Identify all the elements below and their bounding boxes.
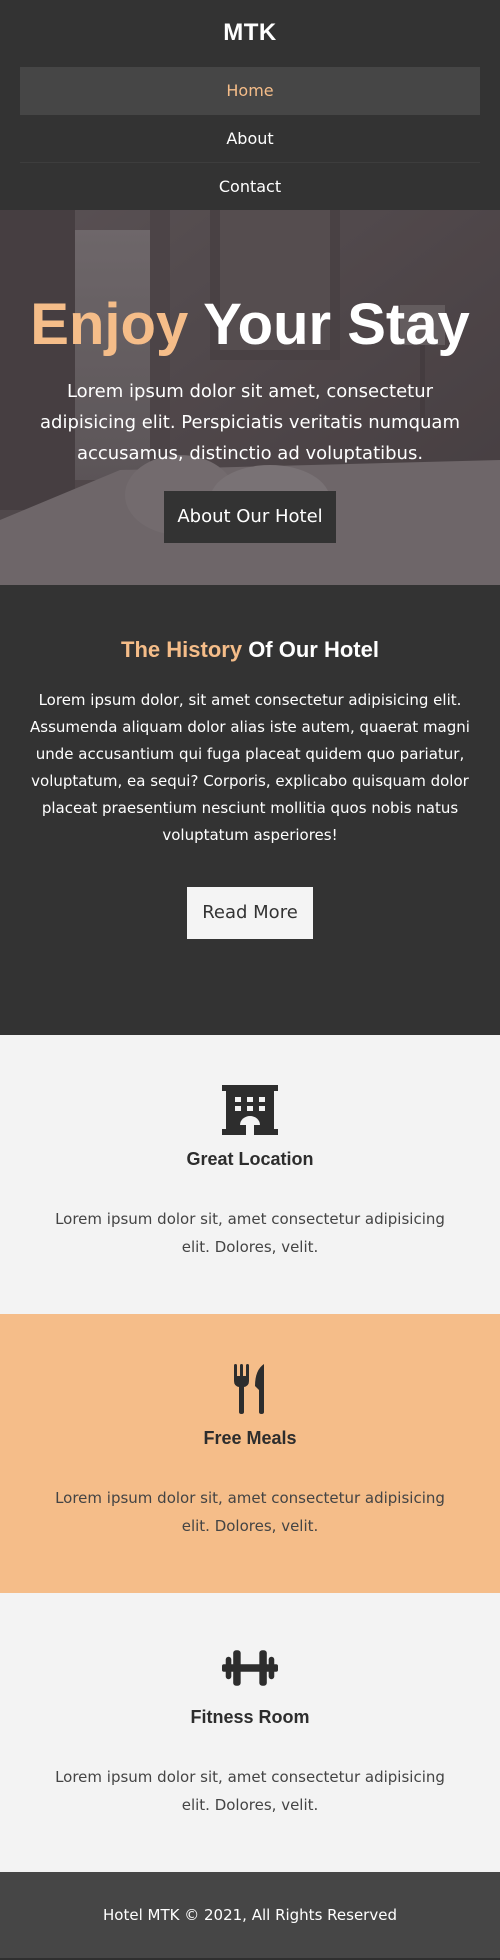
feature-great-location: Great Location Lorem ipsum dolor sit, am… xyxy=(0,1035,500,1314)
feature-title: Great Location xyxy=(186,1149,314,1169)
nav-item-about[interactable]: About xyxy=(20,115,480,163)
feature-text: Lorem ipsum dolor sit, amet consectetur … xyxy=(55,1768,445,1814)
feature-title: Fitness Room xyxy=(190,1707,310,1727)
feature-title: Free Meals xyxy=(203,1428,297,1448)
feature-fitness-room: Fitness Room Lorem ipsum dolor sit, amet… xyxy=(0,1593,500,1872)
utensils-icon xyxy=(234,1364,264,1414)
dumbbell-icon xyxy=(222,1650,278,1686)
about-hotel-button[interactable]: About Our Hotel xyxy=(164,491,336,543)
feature-text: Lorem ipsum dolor sit, amet consectetur … xyxy=(55,1210,445,1256)
history-title: The History Of Our Hotel xyxy=(0,635,500,665)
hero-text: Lorem ipsum dolor sit amet, consectetur … xyxy=(40,381,460,464)
site-header: MTK Home About Contact xyxy=(0,0,500,210)
logo[interactable]: MTK xyxy=(0,18,500,48)
hero-content: Enjoy Your Stay Lorem ipsum dolor sit am… xyxy=(0,210,500,543)
hero-title: Enjoy Your Stay xyxy=(0,290,500,360)
hero-title-accent: Enjoy xyxy=(30,292,189,357)
site-footer: Hotel MTK © 2021, All Rights Reserved xyxy=(0,1872,500,1958)
nav-item-contact[interactable]: Contact xyxy=(20,163,480,211)
building-icon xyxy=(222,1085,278,1135)
footer-copyright: Hotel MTK © 2021, All Rights Reserved xyxy=(103,1906,397,1924)
history-section: The History Of Our Hotel Lorem ipsum dol… xyxy=(0,585,500,1035)
hero-section: Enjoy Your Stay Lorem ipsum dolor sit am… xyxy=(0,210,500,585)
hero-title-rest: Your Stay xyxy=(203,292,470,357)
main-nav: Home About Contact xyxy=(20,67,480,211)
feature-free-meals: Free Meals Lorem ipsum dolor sit, amet c… xyxy=(0,1314,500,1593)
history-text: Lorem ipsum dolor, sit amet consectetur … xyxy=(30,691,470,844)
history-title-accent: The History xyxy=(121,637,243,662)
nav-item-home[interactable]: Home xyxy=(20,67,480,115)
feature-text: Lorem ipsum dolor sit, amet consectetur … xyxy=(55,1489,445,1535)
read-more-button[interactable]: Read More xyxy=(187,887,313,939)
history-title-rest: Of Our Hotel xyxy=(248,637,379,662)
